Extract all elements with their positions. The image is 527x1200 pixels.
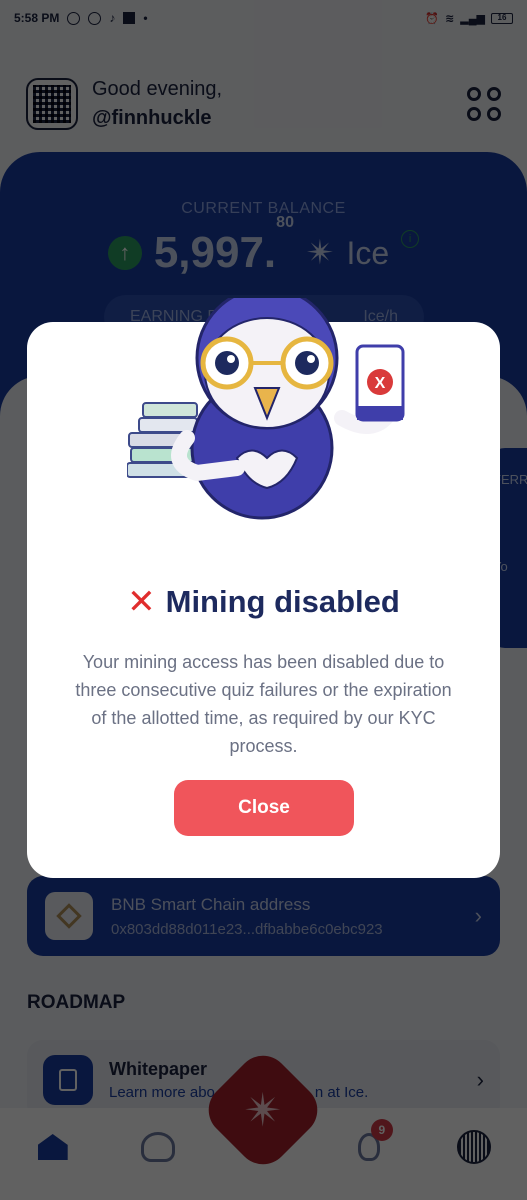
balance-unit: Ice: [346, 234, 390, 271]
ice-logo-icon: ✴: [243, 1083, 283, 1136]
app-notification-icon: [123, 12, 136, 24]
cross-mark-icon: ✕: [127, 583, 156, 621]
tab-profile[interactable]: [452, 1125, 496, 1169]
document-icon: [43, 1055, 93, 1105]
tab-news[interactable]: 9: [347, 1119, 393, 1169]
balance-label: CURRENT BALANCE: [181, 200, 346, 217]
ice-logo-icon: ✴: [305, 234, 335, 272]
wifi-icon: ≋: [445, 12, 455, 25]
qr-code-icon: [33, 85, 71, 123]
chevron-right-icon: ›: [474, 903, 482, 928]
info-icon[interactable]: i: [401, 230, 420, 248]
dialog-title-text: Mining disabled: [165, 584, 400, 619]
chevron-right-icon: ›: [476, 1067, 484, 1092]
home-icon: [37, 1134, 68, 1160]
bnb-address-card[interactable]: BNB Smart Chain address 0x803dd88d011e23…: [27, 876, 500, 956]
signal-icon: ▂▄▆: [460, 12, 485, 25]
status-time: 5:58 PM: [14, 11, 60, 25]
team-icon: [141, 1132, 176, 1162]
dialog-message: Your mining access has been disabled due…: [75, 652, 452, 756]
battery-icon: 16: [491, 12, 513, 24]
balance-decimals: 80: [276, 214, 294, 231]
avatar[interactable]: [26, 78, 78, 130]
tiktok-icon: ♪: [109, 11, 116, 25]
close-button[interactable]: Close: [174, 780, 354, 836]
phone-x-mark: X: [375, 375, 386, 392]
penguin-illustration: X: [127, 298, 405, 520]
bnb-logo-icon: [45, 892, 93, 940]
arrow-up-icon: ↑: [107, 236, 142, 270]
tab-team[interactable]: [136, 1125, 180, 1169]
status-bar: 5:58 PM ♪ • ⏰ ≋ ▂▄▆ 16: [0, 0, 527, 36]
dialog-title: ✕ Mining disabled: [27, 584, 500, 620]
profile-icon: [457, 1130, 492, 1164]
username-text: @finnhuckle: [92, 107, 212, 129]
roadmap-heading: ROADMAP: [27, 992, 126, 1013]
home-header: Good evening, @finnhuckle: [26, 76, 501, 132]
alarm-icon: ⏰: [425, 12, 440, 25]
bnb-title: BNB Smart Chain address: [111, 894, 311, 914]
notification-badge: 9: [370, 1119, 393, 1141]
mining-disabled-dialog: X ✕ Mining disabled Your mining access h…: [27, 298, 500, 878]
tab-home[interactable]: [31, 1125, 75, 1169]
balance-amount: 5,997.80: [153, 214, 294, 277]
shield-icon: [88, 11, 102, 25]
more-notifications-dot: •: [143, 11, 148, 25]
bnb-address: 0x803dd88d011e23...dfbabbe6c0ebc923: [111, 920, 383, 938]
greeting-text: Good evening,: [92, 78, 223, 100]
menu-grid-icon[interactable]: [467, 87, 501, 121]
shield-icon: [67, 11, 81, 25]
